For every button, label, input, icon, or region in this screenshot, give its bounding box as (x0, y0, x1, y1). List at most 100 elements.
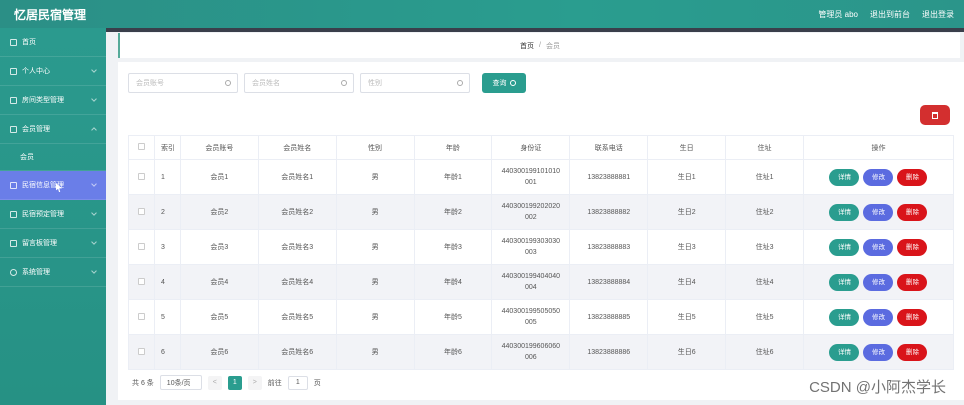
cell-age: 年龄1 (413, 159, 493, 195)
cell-age: 年龄3 (413, 229, 493, 265)
table-row: 2 会员2 会员姓名2 男 年龄2 440300199202020 002 138… (128, 194, 955, 230)
member-account-input[interactable]: 会员账号 (128, 73, 238, 93)
sidebar-item-messages[interactable]: 留言板管理 (0, 229, 106, 258)
breadcrumb-home[interactable]: 首页 (520, 41, 534, 51)
table-row: 5 会员5 会员姓名5 男 年龄5 440300199505050 005 138… (128, 299, 955, 335)
row-checkbox[interactable] (137, 207, 145, 215)
search-button[interactable]: 查询 (482, 73, 526, 93)
cell-actions: 详情 修改 删除 (802, 299, 955, 335)
id-card-line1: 440300199303030 (501, 238, 561, 245)
row-checkbox[interactable] (137, 347, 145, 355)
next-page-button[interactable]: > (247, 375, 262, 390)
cell-index: 4 (153, 264, 181, 300)
column-header: 年龄 (413, 135, 493, 160)
user-icon (10, 67, 17, 75)
row-checkbox[interactable] (137, 172, 145, 180)
edit-button[interactable]: 修改 (863, 168, 894, 186)
edit-button[interactable]: 修改 (863, 343, 894, 361)
detail-button[interactable]: 详情 (829, 273, 860, 291)
sidebar-item-label: 留言板管理 (22, 240, 57, 247)
sidebar: 首页 个人中心 房间类型管理 会员管理 会员 民宿信息管理 民宿预定管理 留言板… (0, 28, 106, 405)
cell-age: 年龄5 (413, 299, 493, 335)
pagination: 共 6 条 10条/页 < 1 > 前往 1 页 (132, 375, 321, 390)
sidebar-item-bookings[interactable]: 民宿预定管理 (0, 200, 106, 229)
chevron-right-icon: > (252, 379, 257, 386)
sidebar-item-room-types[interactable]: 房间类型管理 (0, 86, 106, 115)
cell-actions: 详情 修改 删除 (802, 264, 955, 300)
delete-button[interactable]: 删除 (897, 273, 928, 291)
goto-page-value: 1 (295, 379, 300, 386)
edit-button[interactable]: 修改 (863, 238, 894, 256)
id-card-line1: 440300199101010 (501, 168, 561, 175)
detail-button[interactable]: 详情 (829, 203, 860, 221)
delete-button[interactable]: 删除 (897, 168, 928, 186)
row-actions: 详情 修改 删除 (829, 308, 928, 326)
search-button-label: 查询 (492, 80, 507, 87)
chevron-down-icon (91, 96, 97, 102)
cell-actions: 详情 修改 删除 (802, 334, 955, 370)
cell-name: 会员姓名2 (257, 194, 337, 230)
logout-link[interactable]: 退出登录 (922, 9, 954, 20)
prev-page-button[interactable]: < (207, 375, 222, 390)
select-all-checkbox[interactable] (137, 143, 145, 150)
id-card-line2: 006 (524, 354, 537, 361)
member-name-input[interactable]: 会员姓名 (244, 73, 354, 93)
chevron-down-icon (91, 210, 97, 216)
cell-birthday: 生日1 (647, 159, 727, 195)
delete-button[interactable]: 删除 (897, 343, 928, 361)
chevron-up-icon (91, 127, 97, 133)
search-icon (225, 80, 231, 86)
batch-delete-button[interactable] (920, 105, 950, 125)
search-icon (341, 80, 347, 86)
sidebar-item-profile[interactable]: 个人中心 (0, 57, 106, 86)
folder-icon (10, 125, 17, 133)
trash-icon (932, 111, 938, 119)
sidebar-item-label: 房间类型管理 (22, 97, 64, 104)
table-row: 1 会员1 会员姓名1 男 年龄1 440300199101010 001 138… (128, 159, 955, 195)
edit-button[interactable]: 修改 (863, 308, 894, 326)
row-select-cell (128, 299, 155, 335)
cell-account: 会员1 (179, 159, 259, 195)
page-number-button[interactable]: 1 (227, 375, 242, 390)
edit-button[interactable]: 修改 (863, 273, 894, 291)
sidebar-item-system[interactable]: 系统管理 (0, 258, 106, 287)
detail-button[interactable]: 详情 (829, 238, 860, 256)
chevron-down-icon (91, 181, 97, 187)
cell-index: 2 (153, 194, 181, 230)
goto-page-input[interactable]: 1 (287, 375, 308, 390)
sidebar-item-home[interactable]: 首页 (0, 28, 106, 57)
cell-address: 住址6 (725, 334, 804, 370)
row-checkbox[interactable] (137, 242, 145, 250)
delete-button[interactable]: 删除 (897, 238, 928, 256)
app-title: 忆居民宿管理 (14, 7, 87, 22)
id-card-line2: 002 (524, 214, 537, 221)
row-checkbox[interactable] (137, 277, 145, 285)
detail-button[interactable]: 详情 (829, 343, 860, 361)
edit-button[interactable]: 修改 (863, 203, 894, 221)
row-actions: 详情 修改 删除 (829, 238, 928, 256)
cell-account: 会员5 (179, 299, 259, 335)
page-size-select[interactable]: 10条/页 (159, 375, 202, 390)
detail-button[interactable]: 详情 (829, 308, 860, 326)
id-card-line2: 004 (524, 284, 537, 291)
row-actions: 详情 修改 删除 (829, 168, 928, 186)
sidebar-item-homestay-info[interactable]: 民宿信息管理 (0, 171, 106, 200)
gender-input[interactable]: 性别 (360, 73, 470, 93)
cell-gender: 男 (335, 299, 415, 335)
sidebar-item-members[interactable]: 会员管理 (0, 115, 106, 144)
search-icon (457, 80, 463, 86)
cell-account: 会员4 (179, 264, 259, 300)
member-table: 索引 会员账号 会员姓名 性别 年龄 身份证 联系电话 生日 住址 操作 1 会… (128, 135, 955, 370)
delete-button[interactable]: 删除 (897, 308, 928, 326)
cell-index: 1 (153, 159, 181, 195)
search-icon (509, 80, 516, 86)
detail-button[interactable]: 详情 (829, 168, 860, 186)
pagination-total: 共 6 条 (132, 379, 154, 387)
sidebar-subitem-member[interactable]: 会员 (0, 144, 106, 171)
select-all-cell[interactable] (128, 135, 155, 160)
delete-button[interactable]: 删除 (897, 203, 928, 221)
cell-id-card: 440300199606060 006 (491, 334, 571, 370)
row-checkbox[interactable] (137, 312, 145, 320)
id-card-line2: 001 (524, 179, 537, 186)
back-to-front-link[interactable]: 退出到前台 (870, 9, 910, 20)
